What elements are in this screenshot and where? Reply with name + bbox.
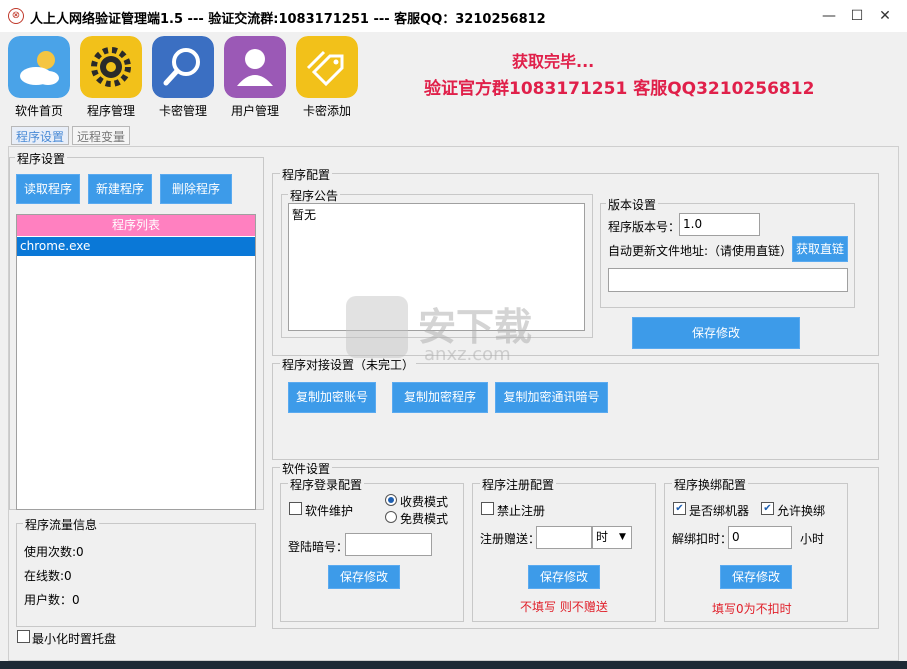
watermark-text: 安下载 (418, 305, 533, 349)
version-label: 程序版本号： (608, 220, 681, 234)
search-icon (152, 36, 214, 98)
title-bar: ⊗ 人上人网络验证管理端1.5 --- 验证交流群:1083171251 ---… (0, 0, 907, 32)
deduct-unit-label: 小时 (800, 532, 825, 546)
register-config-title: 程序注册配置 (480, 476, 557, 493)
toolbar-label-user: 用户管理 (230, 104, 279, 118)
rebind-config-title: 程序换绑配置 (672, 476, 749, 493)
save-rebind-button[interactable]: 保存修改 (720, 565, 792, 589)
announcement-title: 程序公告 (288, 187, 341, 204)
version-title: 版本设置 (606, 196, 659, 213)
login-config-title: 程序登录配置 (288, 476, 365, 493)
register-note: 不填写 则不赠送 (520, 600, 608, 614)
program-list-header: 程序列表 (17, 215, 255, 236)
maximize-button[interactable]: ☐ (846, 6, 868, 26)
watermark-subtext: anxz.com (424, 344, 511, 365)
chevron-down-icon: ▼ (619, 532, 626, 542)
program-toolbar-button[interactable] (80, 36, 142, 98)
card-toolbar-button[interactable] (152, 36, 214, 98)
online-count: 在线数:0 (24, 569, 72, 583)
allow-rebind-checkbox[interactable]: ✔ (761, 502, 774, 515)
deduct-time-input[interactable]: 0 (728, 526, 792, 549)
program-list[interactable] (16, 214, 256, 510)
delete-program-button[interactable]: 删除程序 (160, 174, 232, 204)
software-title: 软件设置 (280, 460, 333, 477)
program-settings-title: 程序设置 (15, 150, 68, 167)
register-gift-label: 注册赠送： (480, 532, 541, 546)
traffic-title: 程序流量信息 (23, 516, 100, 533)
minimize-button[interactable]: — (818, 6, 840, 26)
free-mode-label: 免费模式 (400, 512, 449, 526)
program-config-title: 程序配置 (280, 166, 333, 183)
use-count: 使用次数:0 (24, 545, 84, 559)
version-input[interactable]: 1.0 (679, 213, 760, 236)
copy-program-button[interactable]: 复制加密程序 (392, 382, 488, 413)
watermark-shield-icon (346, 296, 408, 358)
paid-mode-radio[interactable] (385, 494, 397, 506)
deduct-time-label: 解绑扣时： (672, 532, 733, 546)
app-icon: ⊗ (8, 8, 24, 24)
allow-rebind-label: 允许换绑 (777, 504, 826, 518)
toolbar-label-card-add: 卡密添加 (302, 104, 351, 118)
user-toolbar-button[interactable] (224, 36, 286, 98)
save-config-button[interactable]: 保存修改 (632, 317, 800, 349)
maintenance-label: 软件维护 (305, 504, 354, 518)
gear-icon (80, 36, 142, 98)
new-program-button[interactable]: 新建程序 (88, 174, 152, 204)
register-gift-input[interactable] (536, 526, 592, 549)
status-message: 获取完毕... (512, 52, 595, 71)
user-icon (224, 36, 286, 98)
toolbar-label-home: 软件首页 (14, 104, 63, 118)
get-link-button[interactable]: 获取直链 (792, 236, 848, 262)
update-url-label: 自动更新文件地址:（请使用直链） (608, 244, 793, 258)
paid-mode-label: 收费模式 (400, 495, 449, 509)
list-item[interactable]: chrome.exe (17, 237, 255, 256)
tag-icon (296, 36, 358, 98)
minimize-tray-label: 最小化时置托盘 (32, 632, 117, 646)
home-toolbar-button[interactable] (8, 36, 70, 98)
login-code-input[interactable] (345, 533, 432, 556)
read-program-button[interactable]: 读取程序 (16, 174, 80, 204)
free-mode-radio[interactable] (385, 511, 397, 523)
toolbar-label-card: 卡密管理 (158, 104, 207, 118)
connect-title: 程序对接设置（未完工） (280, 356, 417, 373)
contact-banner: 验证官方群1083171251 客服QQ3210256812 (424, 79, 815, 99)
close-button[interactable]: ✕ (874, 6, 896, 26)
taskbar (0, 661, 907, 669)
gift-unit-select[interactable]: 时 ▼ (592, 526, 632, 549)
bind-machine-checkbox[interactable]: ✔ (673, 502, 686, 515)
copy-account-button[interactable]: 复制加密账号 (288, 382, 376, 413)
save-login-button[interactable]: 保存修改 (328, 565, 400, 589)
copy-code-button[interactable]: 复制加密通讯暗号 (495, 382, 608, 413)
disable-register-checkbox[interactable] (481, 502, 494, 515)
cloud-sun-icon (8, 36, 70, 98)
maintenance-checkbox[interactable] (289, 502, 302, 515)
card-add-toolbar-button[interactable] (296, 36, 358, 98)
toolbar-label-program: 程序管理 (86, 104, 135, 118)
tab-program-settings[interactable]: 程序设置 (11, 126, 70, 145)
user-count: 用户数：0 (24, 593, 80, 607)
window-title: 人上人网络验证管理端1.5 --- 验证交流群:1083171251 --- 客… (30, 12, 546, 27)
tab-remote-variables[interactable]: 远程变量 (72, 126, 131, 145)
gift-unit-value: 时 (596, 530, 609, 544)
update-url-input[interactable] (608, 268, 848, 292)
minimize-tray-checkbox[interactable] (17, 630, 30, 643)
login-code-label: 登陆暗号： (288, 540, 349, 554)
disable-register-label: 禁止注册 (497, 504, 546, 518)
bind-machine-label: 是否绑机器 (689, 504, 750, 518)
save-register-button[interactable]: 保存修改 (528, 565, 600, 589)
rebind-note: 填写0为不扣时 (712, 602, 792, 616)
